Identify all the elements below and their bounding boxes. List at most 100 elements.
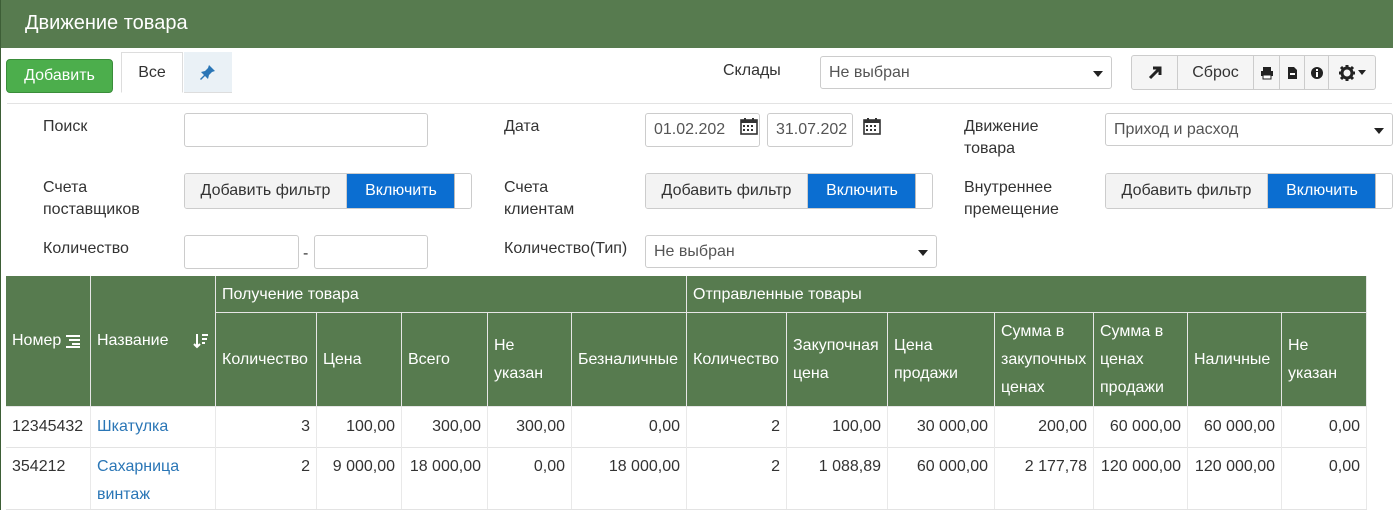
enable-option[interactable]: Включить xyxy=(1268,174,1376,208)
column-header-label: Безналичные xyxy=(578,346,678,374)
add-filter-option[interactable]: Добавить фильтр xyxy=(646,174,808,208)
calendar-icon[interactable] xyxy=(740,117,758,135)
column-header-label: Закупочная цена xyxy=(793,332,879,388)
export-button[interactable] xyxy=(1280,56,1305,89)
column-header-label: Не указан xyxy=(494,332,543,388)
column-header[interactable]: Сумма в ценах продажи xyxy=(1094,313,1188,407)
column-header[interactable]: Количество xyxy=(216,313,317,407)
row-number: 12345432 xyxy=(6,407,91,447)
quantity-type-select-value: Не выбран xyxy=(654,242,735,260)
warehouses-select-value: Не выбран xyxy=(829,63,910,81)
print-button[interactable] xyxy=(1254,56,1280,89)
open-external-button[interactable] xyxy=(1132,56,1178,89)
table-cell: 60 000,00 xyxy=(888,447,995,509)
product-link[interactable]: Сахарница винтаж xyxy=(97,458,179,503)
enable-option[interactable]: Включить xyxy=(347,174,455,208)
column-header-line: Цена xyxy=(323,350,362,368)
reset-button[interactable]: Сброс xyxy=(1178,56,1254,89)
table-cell: 60 000,00 xyxy=(1094,407,1188,447)
supplier-label-line2: поставщиков xyxy=(43,201,140,218)
product-name-line: винтаж xyxy=(97,486,151,503)
quantity-type-select[interactable]: Не выбран xyxy=(645,235,937,268)
column-header-label: Всего xyxy=(408,346,450,374)
column-header[interactable]: Цена продажи xyxy=(888,313,995,407)
chevron-down-icon xyxy=(918,250,928,256)
column-header[interactable]: Безналичные xyxy=(572,313,687,407)
column-header-line: Сумма в xyxy=(1001,322,1065,340)
column-header-label: Наличные xyxy=(1194,346,1270,374)
add-filter-option[interactable]: Добавить фильтр xyxy=(185,174,347,208)
column-header-line: Всего xyxy=(408,350,450,368)
table-cell: 1 088,89 xyxy=(787,447,888,509)
column-header-line: указан xyxy=(494,364,544,382)
column-header[interactable]: Не указан xyxy=(488,313,572,407)
row-name-link[interactable]: Шкатулка xyxy=(91,407,216,447)
table-cell: 100,00 xyxy=(317,407,402,447)
toggle-handle[interactable] xyxy=(915,174,932,208)
arrow-up-right-icon xyxy=(1148,66,1161,79)
column-header-line: закупочных xyxy=(1001,350,1087,368)
product-name-line: Сахарница xyxy=(97,458,180,475)
export-file-icon xyxy=(1288,66,1297,79)
info-button[interactable] xyxy=(1305,56,1329,89)
date-to-input[interactable]: 31.07.202 xyxy=(767,113,853,147)
sort-lines-icon[interactable] xyxy=(65,334,81,348)
movement-label-line2: товара xyxy=(964,140,1016,157)
column-header-label: Количество xyxy=(222,346,308,374)
column-header[interactable]: Не указан xyxy=(1282,313,1367,407)
toolbar-button-group: Сброс xyxy=(1131,55,1376,90)
column-header-label: Сумма в закупочных ценах xyxy=(1001,318,1086,402)
column-header[interactable]: Наличные xyxy=(1188,313,1282,407)
column-header[interactable]: Цена xyxy=(317,313,402,407)
supplier-invoices-toggle[interactable]: Добавить фильтр Включить xyxy=(184,173,472,209)
column-header[interactable]: Количество xyxy=(687,313,787,407)
enable-option[interactable]: Включить xyxy=(808,174,916,208)
column-header[interactable]: Закупочная цена xyxy=(787,313,888,407)
warehouses-select[interactable]: Не выбран xyxy=(820,56,1112,89)
add-button[interactable]: Добавить xyxy=(6,59,113,93)
column-header[interactable]: Сумма в закупочных ценах xyxy=(995,313,1094,407)
supplier-invoices-label: Счета поставщиков xyxy=(43,177,140,221)
column-header-line: продажи xyxy=(894,364,958,382)
divider xyxy=(7,103,1392,104)
title-bar: Движение товара xyxy=(1,0,1393,48)
toggle-handle[interactable] xyxy=(454,174,471,208)
calendar-icon[interactable] xyxy=(863,117,881,135)
column-header-line: ценах xyxy=(1001,378,1045,396)
sort-descending-icon[interactable] xyxy=(193,333,209,349)
movement-label-line1: Движение xyxy=(964,118,1039,135)
row-name-link[interactable]: Сахарница винтаж xyxy=(91,447,216,509)
print-icon xyxy=(1260,66,1273,79)
page-title: Движение товара xyxy=(25,12,188,34)
column-header[interactable]: Всего xyxy=(402,313,488,407)
product-link[interactable]: Шкатулка xyxy=(97,418,168,435)
quantity-to-input[interactable] xyxy=(314,235,428,269)
table-cell: 2 xyxy=(216,447,317,509)
column-header-line: Не xyxy=(1288,336,1309,354)
tab-all[interactable]: Все xyxy=(121,52,183,93)
quantity-from-input[interactable] xyxy=(184,235,299,269)
column-header-line: Количество xyxy=(222,350,308,368)
column-header-line: Закупочная xyxy=(793,336,879,354)
add-filter-option[interactable]: Добавить фильтр xyxy=(1106,174,1268,208)
column-header-line: Количество xyxy=(693,350,779,368)
pin-icon xyxy=(200,65,215,80)
search-input[interactable] xyxy=(184,113,428,147)
column-header-number[interactable]: Номер xyxy=(6,276,91,407)
table-cell: 60 000,00 xyxy=(1188,407,1282,447)
tab-pinned[interactable] xyxy=(184,52,232,93)
movement-label: Движение товара xyxy=(964,116,1039,160)
column-header-line: продажи xyxy=(1100,378,1164,396)
column-header-line: Безналичные xyxy=(578,350,678,368)
toggle-handle[interactable] xyxy=(1375,174,1392,208)
group-header-sent: Отправленные товары xyxy=(687,276,1367,313)
table-cell: 9 000,00 xyxy=(317,447,402,509)
movement-select[interactable]: Приход и расход xyxy=(1105,113,1393,146)
column-header-line: ценах xyxy=(1100,350,1144,368)
client-invoices-toggle[interactable]: Добавить фильтр Включить xyxy=(645,173,933,209)
internal-transfer-toggle[interactable]: Добавить фильтр Включить xyxy=(1105,173,1393,209)
settings-button[interactable] xyxy=(1329,56,1375,89)
column-header-name[interactable]: Название xyxy=(91,276,216,407)
quantity-type-label: Количество(Тип) xyxy=(504,240,628,257)
supplier-label-line1: Счета xyxy=(43,179,88,196)
